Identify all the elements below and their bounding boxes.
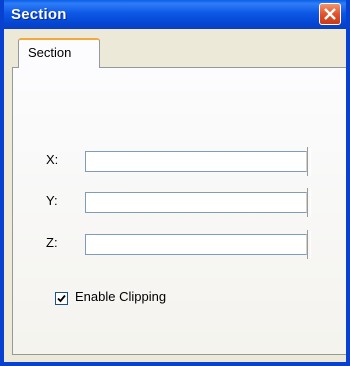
z-field-separator — [307, 230, 311, 259]
y-field[interactable] — [85, 192, 307, 213]
enable-clipping-checkbox[interactable] — [55, 292, 68, 305]
x-field[interactable] — [85, 151, 307, 172]
section-panel: X: Y: Z: Enable Clipping — [12, 67, 346, 355]
y-label: Y: — [46, 193, 58, 208]
title-bar[interactable]: Section — [4, 0, 346, 29]
section-dialog: Section Section X: Y: Z: Enable Clipping — [0, 0, 350, 366]
tab-label: Section — [28, 45, 72, 60]
check-icon — [57, 294, 66, 303]
x-label: X: — [46, 152, 59, 167]
window-title: Section — [11, 6, 67, 23]
y-field-separator — [307, 188, 311, 217]
z-field[interactable] — [85, 234, 307, 255]
tab-section[interactable]: Section — [18, 38, 100, 68]
z-label: Z: — [46, 235, 58, 250]
close-icon — [324, 8, 336, 20]
close-button[interactable] — [319, 3, 341, 25]
x-field-separator — [307, 147, 311, 176]
enable-clipping-label[interactable]: Enable Clipping — [75, 289, 166, 304]
